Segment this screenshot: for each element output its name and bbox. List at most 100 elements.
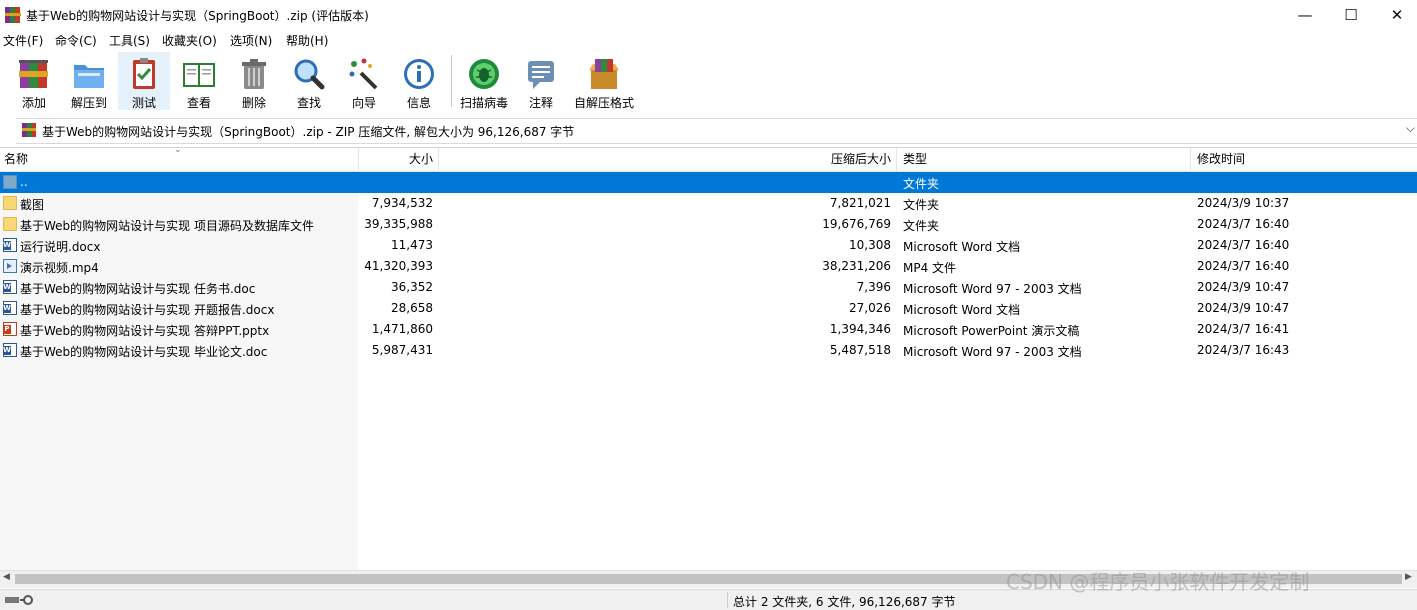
menu-options[interactable]: 选项(N) (230, 32, 272, 49)
cell-modified: 2024/3/7 16:40 (1197, 259, 1290, 273)
word-doc-icon: W (3, 280, 17, 294)
cell-size: 11,473 (391, 238, 433, 252)
address-path: 基于Web的购物网站设计与实现（SpringBoot）.zip - ZIP 压缩… (42, 125, 575, 139)
column-divider[interactable] (358, 148, 359, 171)
table-row[interactable]: P 基于Web的购物网站设计与实现 答辩PPT.pptx 1,471,860 1,39… (0, 319, 1417, 340)
cell-size: 5,987,431 (371, 343, 433, 357)
cell-type: 文件夹 (903, 198, 940, 212)
table-row[interactable]: 演示视频.mp4 41,320,393 38,231,206 MP4 文件 2024/3… (0, 256, 1417, 277)
cell-name: 基于Web的购物网站设计与实现 毕业论文.doc (20, 345, 268, 359)
virus-scan-button[interactable]: 扫描病毒 (456, 52, 512, 110)
cell-size: 1,471,860 (371, 322, 433, 336)
cell-packed-size: 7,821,021 (829, 196, 891, 210)
column-divider[interactable] (1190, 148, 1191, 171)
scroll-left-icon[interactable]: ◀ (3, 572, 10, 582)
cell-modified: 2024/3/7 16:40 (1197, 217, 1290, 231)
find-label: 查找 (296, 96, 321, 110)
column-header-size[interactable]: 大小 (360, 148, 433, 171)
test-button[interactable]: 测试 (118, 52, 170, 110)
menu-help[interactable]: 帮助(H) (286, 32, 328, 49)
word-doc-icon: W (3, 301, 17, 315)
minimize-button[interactable]: — (1282, 0, 1328, 30)
view-button[interactable]: 查看 (175, 52, 223, 110)
find-button[interactable]: 查找 (285, 52, 333, 110)
cell-modified: 2024/3/9 10:47 (1197, 301, 1290, 315)
virus-scan-icon (469, 59, 499, 89)
cell-name: 基于Web的购物网站设计与实现 开题报告.docx (20, 303, 275, 317)
cell-name: 截图 (20, 198, 45, 212)
menu-file[interactable]: 文件(F) (3, 32, 43, 49)
comment-label: 注释 (528, 96, 553, 110)
toolbar-separator (451, 55, 452, 107)
cell-type: MP4 文件 (903, 261, 957, 275)
info-icon (404, 59, 434, 89)
comment-button[interactable]: 注释 (517, 52, 565, 110)
add-button[interactable]: 添加 (10, 52, 58, 110)
virus-scan-label: 扫描病毒 (459, 96, 508, 110)
table-row[interactable]: 基于Web的购物网站设计与实现 项目源码及数据库文件 39,335,988 19,6… (0, 214, 1417, 235)
column-header-modified[interactable]: 修改时间 (1197, 148, 1245, 171)
cell-type: Microsoft Word 97 - 2003 文档 (903, 282, 1082, 296)
folder-icon (3, 196, 17, 210)
cell-type: 文件夹 (903, 219, 940, 233)
cell-type: Microsoft Word 文档 (903, 303, 1021, 317)
sfx-button[interactable]: 自解压格式 (570, 52, 638, 110)
title-bar: 基于Web的购物网站设计与实现（SpringBoot）.zip (评估版本) —… (0, 0, 1417, 30)
wizard-wand-icon (349, 58, 378, 90)
close-button[interactable]: ✕ (1374, 0, 1417, 30)
add-archive-icon (19, 60, 48, 88)
cell-packed-size: 27,026 (849, 301, 891, 315)
cell-size: 7,934,532 (371, 196, 433, 210)
cell-packed-size: 5,487,518 (829, 343, 891, 357)
cell-type: Microsoft PowerPoint 演示文稿 (903, 324, 1080, 338)
cell-name: 基于Web的购物网站设计与实现 项目源码及数据库文件 (20, 219, 314, 233)
word-doc-icon: W (3, 238, 17, 252)
up-folder-icon (3, 175, 17, 189)
view-label: 查看 (186, 96, 211, 110)
delete-button[interactable]: 删除 (230, 52, 278, 110)
add-label: 添加 (21, 96, 46, 110)
menu-commands[interactable]: 命令(C) (55, 32, 97, 49)
drive-key-icon (5, 595, 33, 605)
table-row[interactable]: W 运行说明.docx 11,473 10,308 Microsoft Word 文档 2… (0, 235, 1417, 256)
list-header: 名称 ⌄ 大小 压缩后大小 类型 修改时间 (0, 145, 1417, 172)
cell-name: .. (20, 175, 28, 189)
cell-modified: 2024/3/9 10:37 (1197, 196, 1290, 210)
powerpoint-icon: P (3, 322, 17, 336)
video-file-icon (3, 259, 17, 273)
magnifier-icon (294, 59, 325, 90)
column-header-name[interactable]: 名称 (4, 148, 28, 171)
column-header-packed[interactable]: 压缩后大小 (440, 148, 891, 171)
maximize-button[interactable]: ☐ (1328, 0, 1374, 30)
cell-size: 28,658 (391, 301, 433, 315)
column-divider[interactable] (896, 148, 897, 171)
menu-bar: 文件(F) 命令(C) 工具(S) 收藏夹(O) 选项(N) 帮助(H) (0, 30, 1417, 50)
table-row[interactable]: W 基于Web的购物网站设计与实现 任务书.doc 36,352 7,396 Micro… (0, 277, 1417, 298)
column-header-type[interactable]: 类型 (903, 148, 927, 171)
cell-name: 基于Web的购物网站设计与实现 答辩PPT.pptx (20, 324, 270, 338)
extract-to-button[interactable]: 解压到 (63, 52, 115, 110)
info-label: 信息 (406, 96, 431, 110)
sfx-label: 自解压格式 (573, 96, 634, 110)
sort-chevron-icon: ⌄ (174, 145, 182, 155)
cell-name: 演示视频.mp4 (20, 261, 99, 275)
address-bar[interactable]: 基于Web的购物网站设计与实现（SpringBoot）.zip - ZIP 压缩… (16, 118, 1417, 144)
delete-label: 删除 (241, 96, 266, 110)
table-row[interactable]: W 基于Web的购物网站设计与实现 开题报告.docx 28,658 27,026 Mi… (0, 298, 1417, 319)
test-label: 测试 (131, 96, 156, 110)
address-dropdown-icon[interactable]: ⌵ (1406, 121, 1415, 136)
cell-packed-size: 7,396 (856, 280, 891, 294)
wizard-button[interactable]: 向导 (340, 52, 388, 110)
info-button[interactable]: 信息 (395, 52, 443, 110)
sfx-icon (589, 59, 619, 89)
cell-name: 运行说明.docx (20, 240, 101, 254)
window-title: 基于Web的购物网站设计与实现（SpringBoot）.zip (评估版本) (26, 9, 369, 23)
cell-packed-size: 38,231,206 (822, 259, 891, 273)
scroll-right-icon[interactable]: ▶ (1405, 572, 1412, 582)
table-row[interactable]: 截图 7,934,532 7,821,021 文件夹 2024/3/9 10:37 (0, 193, 1417, 214)
table-row[interactable]: .. 文件夹 (0, 172, 1417, 193)
menu-favorites[interactable]: 收藏夹(O) (162, 32, 217, 49)
column-divider[interactable] (438, 148, 439, 171)
table-row[interactable]: W 基于Web的购物网站设计与实现 毕业论文.doc 5,987,431 5,487,… (0, 340, 1417, 361)
menu-tools[interactable]: 工具(S) (109, 32, 150, 49)
